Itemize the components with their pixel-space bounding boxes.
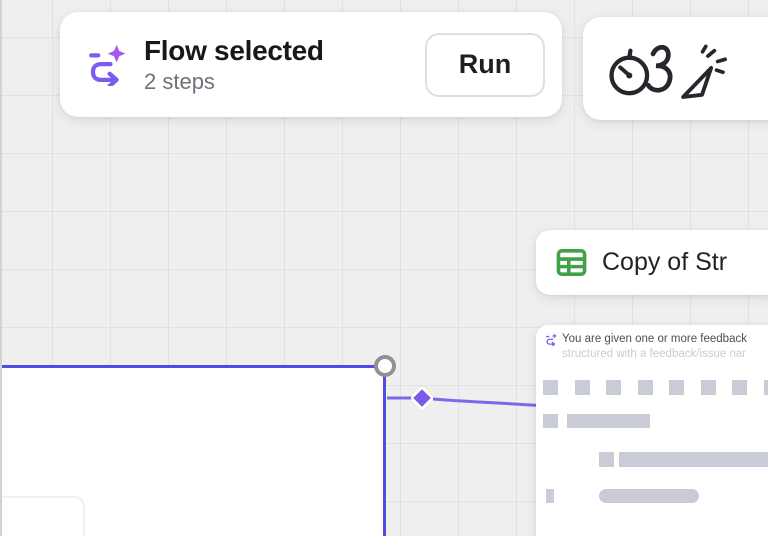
canvas-left-edge — [0, 0, 2, 536]
placeholder-bar — [567, 414, 650, 428]
run-button[interactable]: Run — [425, 33, 545, 97]
placeholder-pill — [599, 489, 699, 503]
placeholder-square — [543, 414, 558, 428]
stopwatch-3-popper-doodle-icon — [597, 28, 737, 110]
edge-diamond-handle — [411, 387, 432, 408]
step-prompt-text-faded: structured with a feedback/issue nar — [562, 347, 747, 362]
step-prompt-text: You are given one or more feedback — [562, 332, 747, 347]
flow-icon — [545, 333, 558, 346]
selection-toolbar: Flow selected 2 steps Run — [60, 12, 562, 117]
selection-step-count: 2 steps — [144, 68, 324, 95]
flow-node-inner-content — [0, 496, 85, 536]
placeholder-bar — [619, 452, 768, 467]
table-node-card[interactable]: Copy of Str — [536, 230, 768, 295]
table-icon — [555, 246, 588, 279]
placeholder-square — [599, 452, 614, 467]
flow-icon — [86, 44, 128, 86]
step-header: You are given one or more feedback struc… — [545, 332, 747, 362]
doodle-card[interactable] — [583, 17, 768, 120]
selection-title: Flow selected — [144, 34, 324, 68]
table-card-title: Copy of Str — [602, 248, 727, 277]
node-connection-handle[interactable] — [374, 355, 396, 377]
step-node-card[interactable]: You are given one or more feedback struc… — [536, 325, 768, 536]
flow-node-selected[interactable] — [0, 365, 386, 536]
placeholder-tick — [546, 489, 554, 503]
placeholder-row-squares — [543, 380, 768, 395]
flow-canvas[interactable]: { "selection_toolbar": { "title": "Flow … — [0, 0, 768, 536]
